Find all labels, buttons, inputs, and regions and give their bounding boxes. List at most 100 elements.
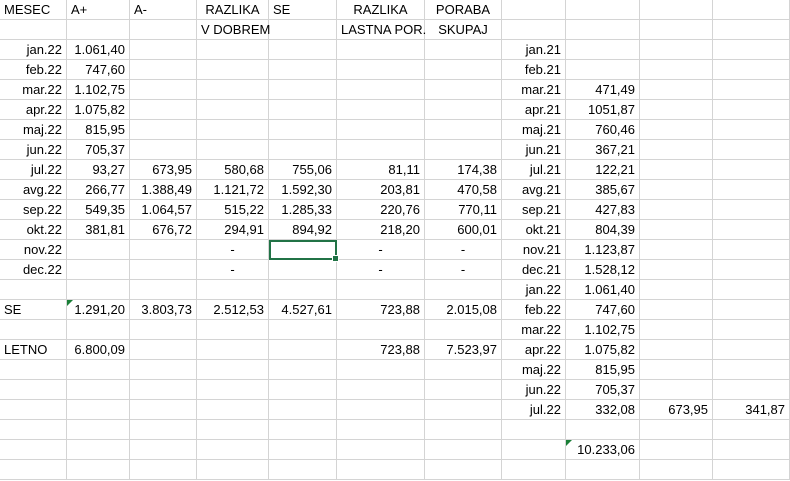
right-month-cell[interactable]: dec.21 bbox=[502, 260, 566, 280]
value-cell[interactable] bbox=[337, 140, 425, 160]
cell-r2-c8[interactable] bbox=[502, 20, 566, 40]
right-value-cell[interactable] bbox=[713, 40, 790, 60]
cell-r2-c1[interactable] bbox=[0, 20, 67, 40]
right-month-cell[interactable]: maj.21 bbox=[502, 120, 566, 140]
cell-r20-c7[interactable] bbox=[425, 380, 502, 400]
value-cell[interactable] bbox=[425, 40, 502, 60]
value-cell[interactable] bbox=[130, 120, 197, 140]
value-cell[interactable]: 673,95 bbox=[130, 160, 197, 180]
value-cell[interactable]: 218,20 bbox=[337, 220, 425, 240]
month-cell[interactable]: feb.22 bbox=[0, 60, 67, 80]
right-value-cell[interactable] bbox=[713, 60, 790, 80]
cell-r23-c4[interactable] bbox=[197, 440, 269, 460]
cell-r17-c6[interactable] bbox=[337, 320, 425, 340]
value-cell[interactable] bbox=[197, 80, 269, 100]
right-month-cell[interactable]: feb.22 bbox=[502, 300, 566, 320]
right-value-cell[interactable]: 332,08 bbox=[566, 400, 640, 420]
grand-total-cell[interactable]: 10.233,06 bbox=[566, 440, 640, 460]
cell-r24-c10[interactable] bbox=[640, 460, 713, 480]
cell-r22-c4[interactable] bbox=[197, 420, 269, 440]
header-razlika1[interactable]: RAZLIKA bbox=[197, 0, 269, 20]
right-value-cell[interactable]: 1051,87 bbox=[566, 100, 640, 120]
right-value-cell[interactable]: 815,95 bbox=[566, 360, 640, 380]
cell-r23-c7[interactable] bbox=[425, 440, 502, 460]
right-value-cell[interactable] bbox=[713, 300, 790, 320]
right-value-cell[interactable]: 427,83 bbox=[566, 200, 640, 220]
cell-r23-c10[interactable] bbox=[640, 440, 713, 460]
value-cell[interactable] bbox=[425, 120, 502, 140]
value-cell[interactable] bbox=[197, 100, 269, 120]
cell-r20-c5[interactable] bbox=[269, 380, 337, 400]
right-value-cell[interactable] bbox=[640, 380, 713, 400]
value-cell[interactable] bbox=[197, 40, 269, 60]
cell-r23-c2[interactable] bbox=[67, 440, 130, 460]
right-value-cell[interactable] bbox=[713, 360, 790, 380]
right-month-cell[interactable]: maj.22 bbox=[502, 360, 566, 380]
cell-r23-c1[interactable] bbox=[0, 440, 67, 460]
cell-r24-c1[interactable] bbox=[0, 460, 67, 480]
header-lastna-por[interactable]: LASTNA POR. bbox=[337, 20, 426, 40]
cell-r23-c11[interactable] bbox=[713, 440, 790, 460]
cell-r1-c9[interactable] bbox=[566, 0, 640, 20]
value-cell[interactable]: 600,01 bbox=[425, 220, 502, 240]
value-cell[interactable] bbox=[425, 60, 502, 80]
value-cell[interactable]: 1.061,40 bbox=[67, 40, 130, 60]
cell-r22-c10[interactable] bbox=[640, 420, 713, 440]
header-v-dobrem[interactable]: V DOBREM bbox=[197, 20, 270, 40]
cell-r2-c9[interactable] bbox=[566, 20, 640, 40]
se-total-cell[interactable]: 2.015,08 bbox=[425, 300, 502, 320]
value-cell[interactable]: 515,22 bbox=[197, 200, 269, 220]
cell-r24-c5[interactable] bbox=[269, 460, 337, 480]
value-cell[interactable]: 1.388,49 bbox=[130, 180, 197, 200]
right-value-cell[interactable]: 804,39 bbox=[566, 220, 640, 240]
cell-r19-c5[interactable] bbox=[269, 360, 337, 380]
cell-r19-c1[interactable] bbox=[0, 360, 67, 380]
value-cell[interactable] bbox=[337, 40, 425, 60]
letno-cell[interactable] bbox=[269, 340, 337, 360]
value-cell[interactable] bbox=[337, 80, 425, 100]
value-cell[interactable] bbox=[269, 140, 337, 160]
value-cell[interactable]: 381,81 bbox=[67, 220, 130, 240]
cell-r2-c2[interactable] bbox=[67, 20, 130, 40]
value-cell[interactable]: 1.121,72 bbox=[197, 180, 269, 200]
month-cell[interactable]: mar.22 bbox=[0, 80, 67, 100]
right-value-cell[interactable]: 705,37 bbox=[566, 380, 640, 400]
se-total-cell[interactable]: 1.291,20 bbox=[67, 300, 130, 320]
right-value-cell[interactable]: 760,46 bbox=[566, 120, 640, 140]
right-value-cell[interactable] bbox=[640, 140, 713, 160]
right-value-cell[interactable] bbox=[566, 40, 640, 60]
cell-r19-c7[interactable] bbox=[425, 360, 502, 380]
cell-r1-c10[interactable] bbox=[640, 0, 713, 20]
cell-r20-c1[interactable] bbox=[0, 380, 67, 400]
month-cell[interactable]: jan.22 bbox=[0, 40, 67, 60]
right-value-cell[interactable] bbox=[640, 120, 713, 140]
value-cell[interactable]: 203,81 bbox=[337, 180, 425, 200]
value-cell[interactable]: 815,95 bbox=[67, 120, 130, 140]
value-cell[interactable]: 220,76 bbox=[337, 200, 425, 220]
value-cell[interactable] bbox=[130, 240, 197, 260]
right-month-cell[interactable]: jan.22 bbox=[502, 280, 566, 300]
cell-r22-c9[interactable] bbox=[566, 420, 640, 440]
cell-r22-c1[interactable] bbox=[0, 420, 67, 440]
value-cell[interactable]: 894,92 bbox=[269, 220, 337, 240]
cell-r1-c11[interactable] bbox=[713, 0, 790, 20]
header-skupaj[interactable]: SKUPAJ bbox=[425, 20, 502, 40]
cell-r21-c1[interactable] bbox=[0, 400, 67, 420]
header-se[interactable]: SE bbox=[269, 0, 337, 20]
value-cell[interactable]: 174,38 bbox=[425, 160, 502, 180]
value-cell[interactable] bbox=[67, 240, 130, 260]
month-cell[interactable]: sep.22 bbox=[0, 200, 67, 220]
month-cell[interactable]: apr.22 bbox=[0, 100, 67, 120]
cell-r24-c8[interactable] bbox=[502, 460, 566, 480]
right-value-cell[interactable]: 1.123,87 bbox=[566, 240, 640, 260]
header-a_minus[interactable]: A- bbox=[130, 0, 197, 20]
cell-r20-c6[interactable] bbox=[337, 380, 425, 400]
letno-cell[interactable]: 6.800,09 bbox=[67, 340, 130, 360]
right-month-cell[interactable]: jul.22 bbox=[502, 400, 566, 420]
cell-r2-c11[interactable] bbox=[713, 20, 790, 40]
right-month-cell[interactable]: jun.21 bbox=[502, 140, 566, 160]
value-cell[interactable]: 549,35 bbox=[67, 200, 130, 220]
right-month-cell[interactable]: jun.22 bbox=[502, 380, 566, 400]
cell-r19-c4[interactable] bbox=[197, 360, 269, 380]
cell-r20-c3[interactable] bbox=[130, 380, 197, 400]
